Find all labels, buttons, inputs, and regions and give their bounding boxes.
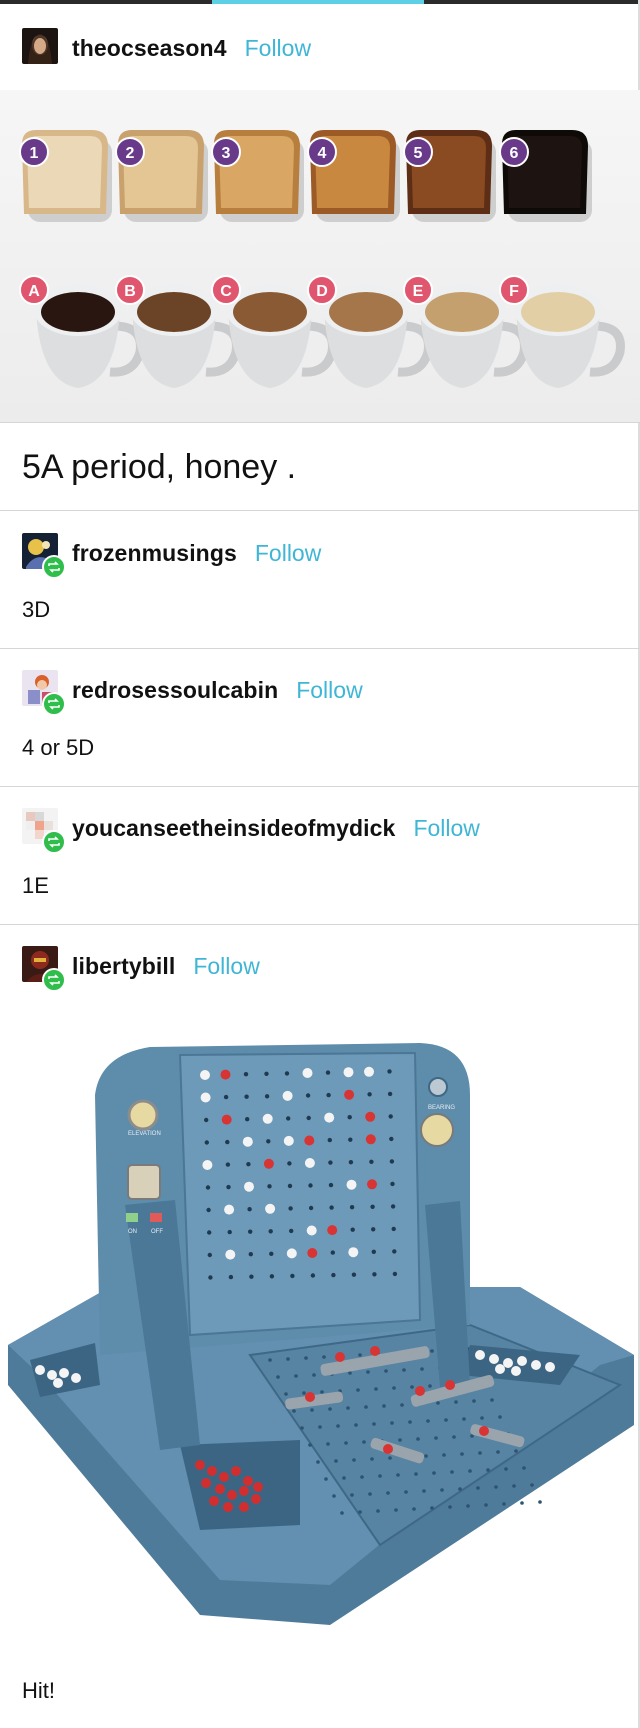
toast-badge-3: 3 [211,137,241,167]
reblog-comment: Hit! [22,1678,55,1703]
coffee-badge-E: E [403,275,433,305]
svg-text:2: 2 [126,145,135,162]
svg-text:5: 5 [414,145,423,162]
follow-button[interactable]: Follow [296,677,362,704]
on-label: ON [128,1229,137,1235]
svg-text:A: A [28,283,40,300]
bearing-label: BEARING [428,1105,455,1111]
follow-button[interactable]: Follow [413,815,479,842]
reblog-comment: 1E [22,873,49,898]
divider [0,786,640,787]
username[interactable]: theocseason4 [72,35,227,62]
reblog-comment: 4 or 5D [22,735,95,760]
username[interactable]: redrosessoulcabin [72,677,278,704]
avatar[interactable] [22,808,66,854]
post-header-libertybill: libertybill Follow [22,946,260,992]
off-label: OFF [151,1229,163,1235]
toast-badge-4: 4 [307,137,337,167]
avatar-image [22,28,58,64]
coffee-badge-F: F [499,275,529,305]
active-tab-indicator [212,0,424,4]
avatar[interactable] [22,533,66,579]
divider [0,510,640,511]
op-caption: 5A period, honey . [22,448,297,486]
follow-button[interactable]: Follow [193,953,259,980]
post-header-youcanseetheinsideofmydick: youcanseetheinsideofmydick Follow [22,808,480,854]
divider [0,648,640,649]
avatar[interactable] [22,670,66,716]
reblog-icon [42,968,66,992]
svg-text:B: B [124,283,136,300]
reblog-icon [42,692,66,716]
reblog-icon [42,555,66,579]
svg-text:D: D [316,283,328,300]
coffee-badge-A: A [19,275,49,305]
toast-badge-5: 5 [403,137,433,167]
coffee-badge-B: B [115,275,145,305]
svg-text:C: C [220,283,232,300]
toast-coffee-image: 1 2 3 4 5 6 A B C D E F [0,90,640,422]
divider [0,924,640,925]
svg-text:4: 4 [318,145,327,162]
top-progress-bar [0,0,640,4]
elevation-label: ELEVATION [128,1131,161,1137]
reblog-comment: 3D [22,597,51,622]
svg-text:E: E [413,283,424,300]
post-header-frozenmusings: frozenmusings Follow [22,533,321,579]
svg-text:3: 3 [222,145,231,162]
divider [0,422,640,423]
coffee-badge-D: D [307,275,337,305]
username[interactable]: frozenmusings [72,540,237,567]
username[interactable]: libertybill [72,953,175,980]
battleship-board-image: ELEVATION ON OFF BEARING [0,1025,640,1645]
follow-button[interactable]: Follow [255,540,321,567]
username[interactable]: youcanseetheinsideofmydick [72,815,395,842]
svg-text:1: 1 [30,145,39,162]
reblog-icon [42,830,66,854]
toast-badge-1: 1 [19,137,49,167]
follow-button[interactable]: Follow [245,35,311,62]
post-header-redrosessoulcabin: redrosessoulcabin Follow [22,670,363,716]
svg-text:F: F [509,283,519,300]
avatar[interactable] [22,28,62,68]
toast-badge-2: 2 [115,137,145,167]
toast-badge-6: 6 [499,137,529,167]
svg-text:6: 6 [510,145,519,162]
avatar[interactable] [22,946,66,992]
post-header-op: theocseason4 Follow [22,28,311,68]
coffee-badge-C: C [211,275,241,305]
